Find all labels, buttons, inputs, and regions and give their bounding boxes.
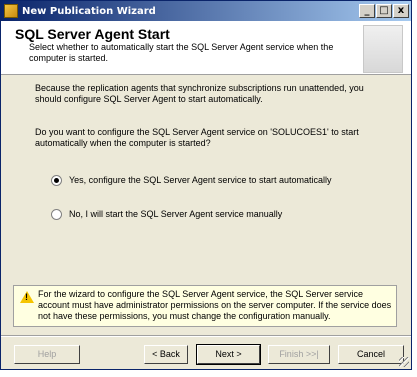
- help-button[interactable]: Help: [14, 345, 80, 364]
- intro-paragraph: Because the replication agents that sync…: [35, 83, 364, 104]
- next-button[interactable]: Next >: [196, 344, 261, 365]
- radio-yes[interactable]: [51, 175, 62, 186]
- option-yes[interactable]: Yes, configure the SQL Server Agent serv…: [51, 175, 331, 186]
- finish-button[interactable]: Finish >>|: [268, 345, 330, 364]
- header-graphic: [363, 25, 403, 73]
- back-button[interactable]: < Back: [144, 345, 188, 364]
- close-button[interactable]: x: [393, 4, 409, 18]
- window-title: New Publication Wizard: [22, 5, 156, 17]
- page-title: SQL Server Agent Start: [15, 26, 170, 42]
- title-bar: New Publication Wizard _ □ x: [1, 1, 411, 21]
- wizard-window: New Publication Wizard _ □ x SQL Server …: [0, 0, 412, 370]
- app-icon: [4, 4, 18, 18]
- question-paragraph: Do you want to configure the SQL Server …: [35, 127, 359, 148]
- divider: [1, 335, 411, 337]
- wizard-header: SQL Server Agent Start Select whether to…: [1, 21, 411, 75]
- option-yes-label: Yes, configure the SQL Server Agent serv…: [69, 175, 332, 185]
- maximize-button[interactable]: □: [376, 4, 392, 18]
- option-no[interactable]: No, I will start the SQL Server Agent se…: [51, 209, 282, 220]
- warning-text: For the wizard to configure the SQL Serv…: [38, 289, 392, 321]
- radio-no[interactable]: [51, 209, 62, 220]
- page-subtitle: Select whether to automatically start th…: [29, 42, 334, 63]
- resize-grip[interactable]: [399, 357, 409, 367]
- option-no-label: No, I will start the SQL Server Agent se…: [69, 209, 283, 219]
- warning-icon: !: [20, 291, 34, 303]
- wizard-content: Because the replication agents that sync…: [1, 75, 411, 335]
- cancel-button[interactable]: Cancel: [338, 345, 404, 364]
- minimize-button[interactable]: _: [359, 4, 375, 18]
- warning-box: ! For the wizard to configure the SQL Se…: [13, 285, 397, 327]
